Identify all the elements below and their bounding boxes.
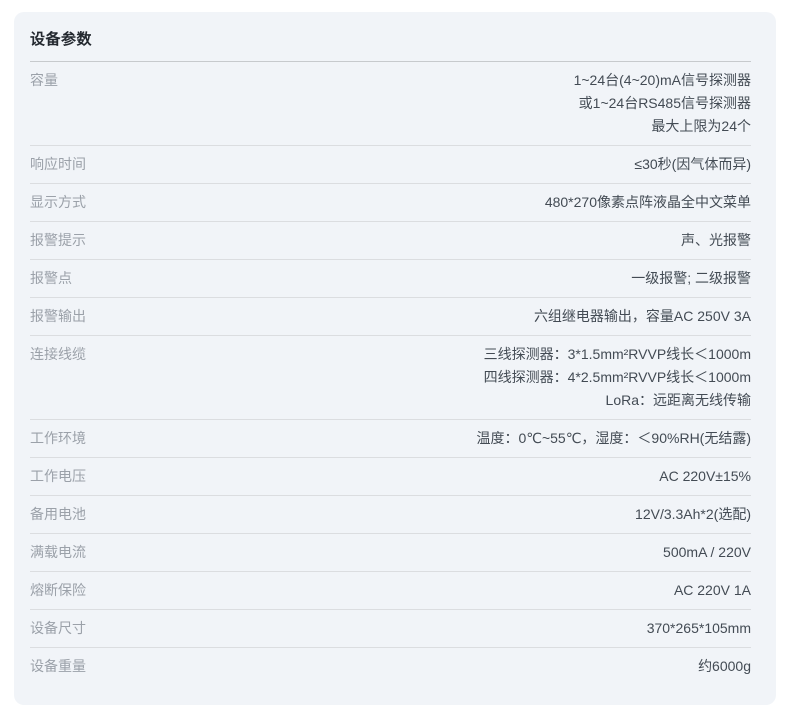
table-row: 连接线缆 三线探测器：3*1.5mm²RVVP线长＜1000m 四线探测器：4*… bbox=[30, 336, 751, 420]
table-row: 设备尺寸 370*265*105mm bbox=[30, 610, 751, 648]
spec-row-label: 容量 bbox=[30, 69, 58, 92]
spec-row-value: 12V/3.3Ah*2(选配) bbox=[86, 503, 751, 526]
spec-row-label: 响应时间 bbox=[30, 153, 86, 176]
table-row: 熔断保险 AC 220V 1A bbox=[30, 572, 751, 610]
spec-row-value: 480*270像素点阵液晶全中文菜单 bbox=[86, 191, 751, 214]
spec-row-value: AC 220V 1A bbox=[86, 579, 751, 602]
spec-row-value: 约6000g bbox=[86, 655, 751, 678]
card-title: 设备参数 bbox=[30, 12, 751, 62]
table-row: 显示方式 480*270像素点阵液晶全中文菜单 bbox=[30, 184, 751, 222]
spec-row-label: 报警点 bbox=[30, 267, 72, 290]
table-row: 报警点 一级报警; 二级报警 bbox=[30, 260, 751, 298]
spec-row-label: 工作环境 bbox=[30, 427, 86, 450]
table-row: 报警提示 声、光报警 bbox=[30, 222, 751, 260]
table-row: 备用电池 12V/3.3Ah*2(选配) bbox=[30, 496, 751, 534]
table-row: 设备重量 约6000g bbox=[30, 648, 751, 685]
spec-row-value: 声、光报警 bbox=[86, 229, 751, 252]
spec-row-label: 备用电池 bbox=[30, 503, 86, 526]
spec-row-value: 温度：0℃~55℃，湿度：＜90%RH(无结露) bbox=[86, 427, 751, 450]
spec-row-label: 显示方式 bbox=[30, 191, 86, 214]
spec-row-label: 报警输出 bbox=[30, 305, 86, 328]
spec-row-label: 工作电压 bbox=[30, 465, 86, 488]
table-row: 容量 1~24台(4~20)mA信号探测器 或1~24台RS485信号探测器 最… bbox=[30, 62, 751, 146]
table-row: 满载电流 500mA / 220V bbox=[30, 534, 751, 572]
spec-row-label: 连接线缆 bbox=[30, 343, 86, 366]
spec-row-value: 1~24台(4~20)mA信号探测器 或1~24台RS485信号探测器 最大上限… bbox=[58, 69, 751, 138]
table-row: 工作环境 温度：0℃~55℃，湿度：＜90%RH(无结露) bbox=[30, 420, 751, 458]
spec-row-label: 满载电流 bbox=[30, 541, 86, 564]
spec-table: 容量 1~24台(4~20)mA信号探测器 或1~24台RS485信号探测器 最… bbox=[30, 62, 751, 685]
page: { "card": { "title": "设备参数", "rows": [ {… bbox=[0, 12, 790, 714]
spec-row-value: 六组继电器输出，容量AC 250V 3A bbox=[86, 305, 751, 328]
spec-row-label: 设备尺寸 bbox=[30, 617, 86, 640]
spec-row-value: AC 220V±15% bbox=[86, 465, 751, 488]
table-row: 工作电压 AC 220V±15% bbox=[30, 458, 751, 496]
spec-row-label: 设备重量 bbox=[30, 655, 86, 678]
table-row: 响应时间 ≤30秒(因气体而异) bbox=[30, 146, 751, 184]
spec-row-label: 报警提示 bbox=[30, 229, 86, 252]
spec-row-value: 一级报警; 二级报警 bbox=[72, 267, 751, 290]
spec-row-value: 三线探测器：3*1.5mm²RVVP线长＜1000m 四线探测器：4*2.5mm… bbox=[86, 343, 751, 412]
spec-row-value: 370*265*105mm bbox=[86, 617, 751, 640]
spec-row-label: 熔断保险 bbox=[30, 579, 86, 602]
device-parameters-card: 设备参数 容量 1~24台(4~20)mA信号探测器 或1~24台RS485信号… bbox=[14, 12, 776, 705]
spec-row-value: ≤30秒(因气体而异) bbox=[86, 153, 751, 176]
table-row: 报警输出 六组继电器输出，容量AC 250V 3A bbox=[30, 298, 751, 336]
spec-row-value: 500mA / 220V bbox=[86, 541, 751, 564]
